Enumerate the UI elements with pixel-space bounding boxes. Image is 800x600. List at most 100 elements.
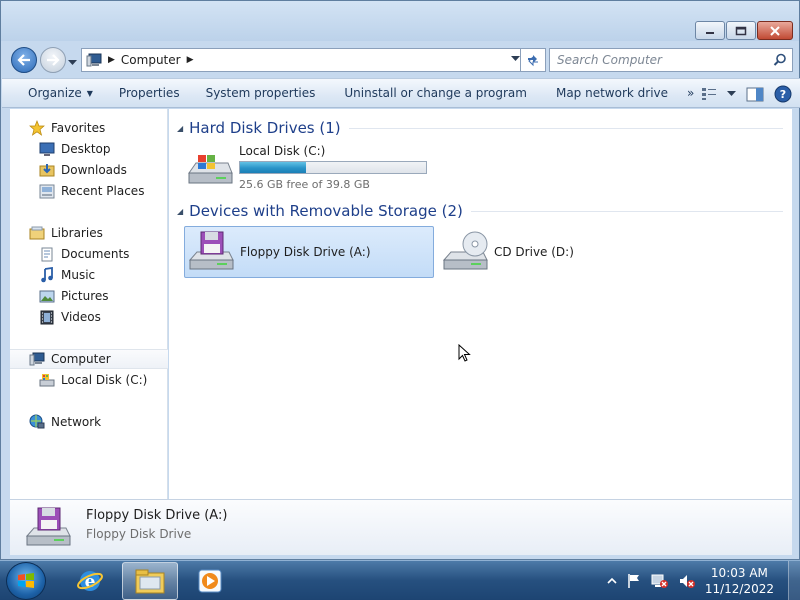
sidebar-item-pictures[interactable]: Pictures bbox=[10, 286, 168, 306]
taskbar: e 10:03 AM 11/12/2022 bbox=[0, 560, 800, 600]
sidebar-item-label: Local Disk (C:) bbox=[61, 373, 148, 387]
minimize-button[interactable] bbox=[695, 21, 725, 40]
sidebar-item-libraries[interactable]: Libraries bbox=[10, 223, 168, 243]
sidebar-item-downloads[interactable]: Downloads bbox=[10, 160, 168, 180]
clock-date: 11/12/2022 bbox=[704, 582, 774, 596]
drive-tile-c[interactable]: Local Disk (C:) 25.6 GB free of 39.8 GB bbox=[186, 143, 427, 191]
forward-arrow-icon bbox=[47, 54, 60, 66]
back-button[interactable] bbox=[11, 47, 37, 73]
search-input[interactable] bbox=[550, 49, 760, 71]
volume-muted-icon bbox=[679, 575, 695, 588]
capacity-bar bbox=[239, 160, 427, 174]
sidebar-item-recent-places[interactable]: Recent Places bbox=[10, 181, 168, 201]
map-network-drive-button[interactable]: Map network drive bbox=[540, 78, 681, 108]
libraries-icon bbox=[29, 226, 45, 240]
sidebar-item-videos[interactable]: Videos bbox=[10, 307, 168, 327]
downloads-icon bbox=[39, 164, 55, 177]
details-pane: Floppy Disk Drive (A:) Floppy Disk Drive bbox=[10, 499, 792, 555]
internet-explorer-icon: e bbox=[77, 571, 103, 592]
breadcrumb-separator[interactable]: ▶ bbox=[187, 55, 194, 65]
show-desktop-button[interactable] bbox=[788, 561, 800, 600]
change-view-icon[interactable] bbox=[701, 87, 717, 101]
content-pane: ◢ Hard Disk Drives (1) Local Disk (C:) 2… bbox=[169, 109, 792, 499]
sidebar-item-label: Music bbox=[61, 268, 96, 282]
organize-menu[interactable]: Organize ▼ bbox=[2, 78, 106, 108]
network-icon bbox=[29, 414, 45, 429]
flag-icon bbox=[628, 574, 639, 588]
chevron-down-icon[interactable] bbox=[511, 56, 520, 62]
address-bar[interactable]: ▶ Computer ▶ bbox=[81, 48, 527, 72]
sidebar-item-label: Desktop bbox=[61, 142, 111, 156]
minimize-icon bbox=[706, 31, 714, 34]
sidebar-item-label: Documents bbox=[61, 247, 130, 261]
title-bar[interactable] bbox=[1, 1, 799, 41]
media-player-icon bbox=[198, 569, 222, 593]
network-disconnected-icon bbox=[651, 574, 668, 588]
recent-pages-dropdown[interactable] bbox=[68, 55, 77, 69]
breadcrumb-computer[interactable]: Computer bbox=[121, 53, 181, 67]
sidebar-item-label: Favorites bbox=[51, 121, 106, 135]
hard-disk-icon bbox=[39, 374, 55, 387]
group-title: Devices with Removable Storage (2) bbox=[189, 202, 463, 220]
sidebar-item-music[interactable]: Music bbox=[10, 265, 168, 285]
sidebar-item-computer[interactable]: Computer bbox=[10, 349, 168, 369]
start-button[interactable] bbox=[6, 562, 46, 600]
maximize-button[interactable] bbox=[726, 21, 756, 40]
sidebar-item-favorites[interactable]: Favorites bbox=[10, 118, 168, 138]
sidebar-item-label: Network bbox=[51, 415, 102, 429]
collapse-icon[interactable]: ◢ bbox=[177, 207, 183, 216]
organize-label: Organize bbox=[28, 86, 82, 100]
preview-pane-icon[interactable] bbox=[746, 87, 764, 102]
refresh-button[interactable] bbox=[520, 48, 546, 72]
drive-tile-a[interactable]: Floppy Disk Drive (A:) bbox=[184, 226, 434, 278]
documents-icon bbox=[41, 247, 53, 261]
computer-icon bbox=[86, 53, 102, 67]
star-icon bbox=[29, 120, 45, 136]
search-box[interactable] bbox=[549, 48, 793, 72]
sidebar-item-label: Videos bbox=[61, 310, 101, 324]
forward-button[interactable] bbox=[40, 47, 66, 73]
volume-tray[interactable] bbox=[678, 573, 696, 589]
chevron-down-icon[interactable] bbox=[727, 91, 736, 97]
properties-button[interactable]: Properties bbox=[106, 78, 193, 108]
drive-tile-d[interactable]: CD Drive (D:) bbox=[441, 226, 574, 278]
floppy-drive-icon bbox=[25, 507, 71, 546]
drive-name: Floppy Disk Drive (A:) bbox=[240, 245, 371, 259]
sidebar-item-local-disk[interactable]: Local Disk (C:) bbox=[10, 370, 168, 390]
refresh-icon bbox=[528, 55, 538, 67]
command-bar: Organize ▼ Properties System properties … bbox=[2, 78, 800, 108]
system-properties-button[interactable]: System properties bbox=[193, 78, 329, 108]
action-center-tray[interactable] bbox=[626, 573, 642, 589]
taskbar-media-player[interactable] bbox=[182, 562, 238, 600]
sidebar-item-label: Computer bbox=[51, 352, 111, 366]
windows-explorer-icon bbox=[135, 569, 165, 594]
collapse-icon[interactable]: ◢ bbox=[177, 124, 183, 133]
taskbar-internet-explorer[interactable]: e bbox=[62, 562, 118, 600]
cd-drive-icon bbox=[442, 231, 488, 270]
sidebar-item-desktop[interactable]: Desktop bbox=[10, 139, 168, 159]
drive-name: CD Drive (D:) bbox=[494, 245, 574, 259]
divider bbox=[348, 127, 783, 129]
navigation-row: ▶ Computer ▶ bbox=[9, 45, 793, 75]
recent-places-icon bbox=[39, 184, 55, 198]
taskbar-windows-explorer[interactable] bbox=[122, 562, 178, 600]
sidebar-item-documents[interactable]: Documents bbox=[10, 244, 168, 264]
close-button[interactable] bbox=[757, 21, 793, 40]
sidebar-item-network[interactable]: Network bbox=[10, 412, 168, 432]
sidebar-item-label: Downloads bbox=[61, 163, 127, 177]
maximize-icon bbox=[735, 26, 747, 35]
search-icon[interactable] bbox=[773, 53, 787, 67]
clock[interactable]: 10:03 AM 11/12/2022 bbox=[705, 565, 774, 597]
help-icon[interactable]: ? bbox=[774, 85, 792, 103]
windows-logo-icon bbox=[18, 573, 34, 588]
details-title: Floppy Disk Drive (A:) bbox=[86, 508, 228, 523]
group-header-removable[interactable]: ◢ Devices with Removable Storage (2) bbox=[177, 201, 783, 221]
breadcrumb-separator[interactable]: ▶ bbox=[108, 55, 115, 65]
network-tray[interactable] bbox=[651, 573, 669, 589]
close-icon bbox=[770, 25, 780, 36]
show-hidden-icons[interactable] bbox=[607, 577, 617, 585]
drive-name: Local Disk (C:) bbox=[239, 143, 326, 158]
group-header-hard-disk[interactable]: ◢ Hard Disk Drives (1) bbox=[177, 118, 783, 138]
uninstall-program-button[interactable]: Uninstall or change a program bbox=[328, 78, 540, 108]
group-title: Hard Disk Drives (1) bbox=[189, 119, 341, 137]
